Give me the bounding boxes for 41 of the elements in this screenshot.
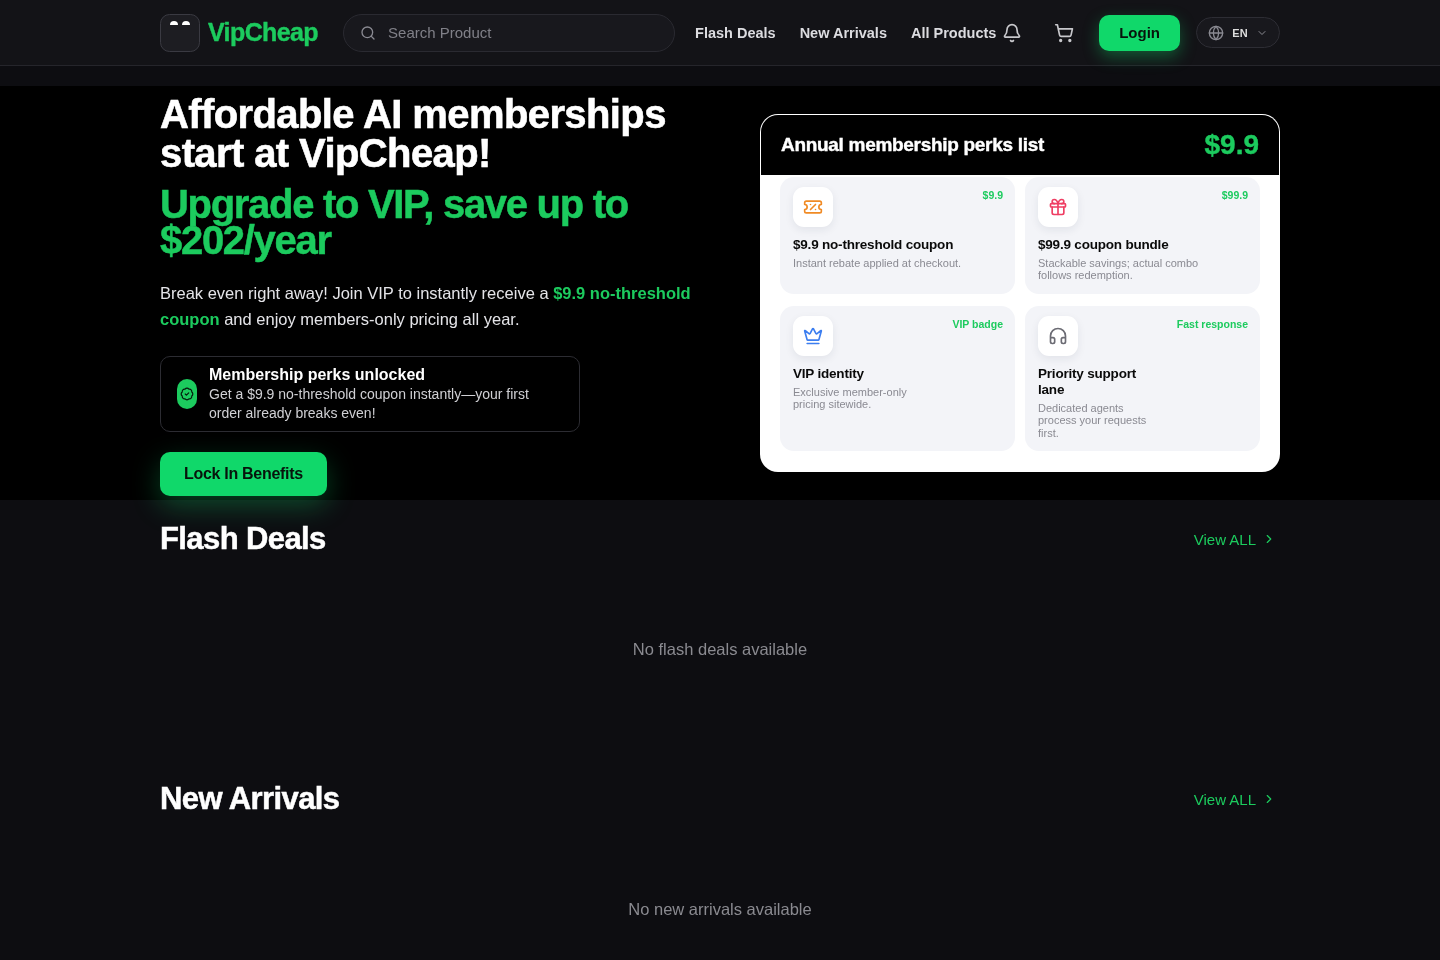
perk-title: $9.9 no-threshold coupon bbox=[793, 236, 954, 253]
perk-description: Instant rebate applied at checkout. bbox=[793, 256, 962, 270]
notice-title: Membership perks unlocked bbox=[209, 364, 426, 385]
language-button[interactable]: EN bbox=[1196, 17, 1280, 48]
search-field[interactable]: Search Product bbox=[343, 13, 676, 52]
lock-in-button[interactable]: Lock In Benefits bbox=[160, 451, 327, 496]
perks-price: $9.9 bbox=[1204, 128, 1259, 161]
perk-title: $99.9 coupon bundle bbox=[1038, 236, 1169, 253]
view-all-link[interactable]: View ALL bbox=[1193, 790, 1280, 808]
perk-title: VIP identity bbox=[793, 365, 864, 382]
gift-icon bbox=[1038, 186, 1078, 227]
view-all-link[interactable]: View ALL bbox=[1193, 530, 1280, 548]
empty-state-text: No new arrivals available bbox=[627, 899, 813, 920]
globe-icon bbox=[1208, 24, 1225, 41]
crown-icon bbox=[793, 315, 833, 356]
hero-description: Break even right away! Join VIP to instantly receive a $9.9 no-threshold coupon and enjoy members-only pricing all year. bbox=[160, 282, 692, 330]
perk-tag: VIP badge bbox=[952, 317, 1003, 330]
logo-icon[interactable] bbox=[160, 13, 200, 52]
badge-check-icon bbox=[177, 378, 197, 409]
nav-link[interactable]: Flash Deals bbox=[695, 24, 776, 41]
empty-state-text: No flash deals available bbox=[631, 639, 809, 660]
perk-description: Exclusive member-only pricing sitewide. bbox=[793, 385, 908, 411]
section-title: Flash Deals bbox=[160, 521, 326, 557]
perk-description: Stackable savings; actual combo follows redemption. bbox=[1038, 256, 1200, 282]
search-icon bbox=[360, 24, 377, 41]
notice-text: Get a $9.9 no-threshold coupon instantly—your first order already breaks even! bbox=[209, 384, 530, 423]
nav-link[interactable]: All Products bbox=[910, 24, 997, 41]
perk-tag: $99.9 bbox=[1221, 188, 1248, 201]
perks-title: Annual membership perks list bbox=[781, 133, 1044, 156]
nav-link[interactable]: New Arrivals bbox=[799, 24, 887, 41]
perk-description: Dedicated agents process your requests first. bbox=[1038, 401, 1148, 440]
logo-text[interactable]: VipCheap bbox=[208, 18, 319, 47]
cart-icon[interactable] bbox=[1053, 21, 1076, 44]
section-title: New Arrivals bbox=[160, 781, 340, 817]
headphones-icon bbox=[1038, 315, 1078, 356]
login-button[interactable]: Login bbox=[1099, 14, 1180, 51]
ticket-icon bbox=[793, 186, 833, 227]
perk-tag: $9.9 bbox=[982, 188, 1003, 201]
perk-tag: Fast response bbox=[1176, 317, 1248, 330]
hero-title: Affordable AI memberships start at VipCheap! bbox=[160, 94, 667, 173]
perk-title: Priority support lane bbox=[1038, 365, 1138, 398]
